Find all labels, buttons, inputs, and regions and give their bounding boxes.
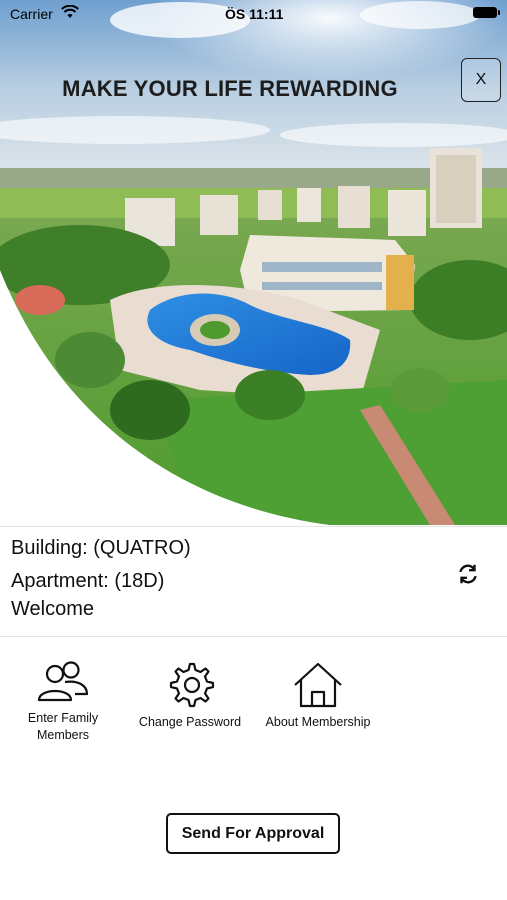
menu-label-family-line1: Enter Family	[27, 711, 99, 725]
battery-icon	[473, 7, 500, 18]
menu-label-family-line2: Members	[36, 728, 90, 742]
carrier-label: Carrier	[10, 6, 53, 22]
hero-banner: Carrier ÖS 11:11 MAKE YOUR LIFE REWARDIN…	[0, 0, 507, 525]
menu-item-about-membership[interactable]: About Membership	[256, 660, 380, 731]
house-icon	[294, 662, 342, 708]
divider-bottom	[0, 636, 507, 637]
menu-item-change-password[interactable]: Change Password	[130, 660, 250, 731]
building-label: Building: (QUATRO)	[11, 537, 191, 559]
menu-label-about-membership: About Membership	[265, 715, 371, 729]
close-button[interactable]: X	[461, 58, 501, 102]
apartment-label: Apartment: (18D)	[11, 570, 165, 592]
welcome-label: Welcome	[11, 598, 94, 620]
people-icon	[37, 661, 89, 702]
gear-icon	[169, 662, 215, 708]
menu-label-change-password: Change Password	[138, 715, 242, 729]
status-time: ÖS 11:11	[225, 6, 284, 22]
status-bar: Carrier ÖS 11:11	[0, 0, 507, 28]
hero-headline: MAKE YOUR LIFE REWARDING	[62, 76, 398, 101]
divider-top	[0, 526, 507, 527]
menu-item-family-members[interactable]: Enter Family Members	[22, 660, 104, 744]
refresh-icon[interactable]	[455, 561, 481, 587]
wifi-icon	[61, 5, 79, 18]
action-menu: Enter Family Members Change Password Abo…	[0, 660, 507, 750]
send-for-approval-button[interactable]: Send For Approval	[166, 813, 340, 854]
